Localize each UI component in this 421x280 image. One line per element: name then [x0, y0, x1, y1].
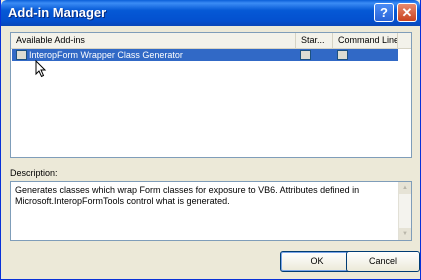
description-label: Description: — [10, 168, 58, 178]
ok-button[interactable]: OK — [280, 251, 354, 272]
add-in-name: InteropForm Wrapper Class Generator — [29, 50, 183, 60]
list-header: Available Add-ins Star... Command Line — [11, 33, 411, 49]
scroll-up-icon[interactable]: ▲ — [399, 182, 411, 194]
close-button[interactable]: ✕ — [397, 3, 417, 22]
startup-checkbox[interactable] — [300, 50, 311, 60]
list-item[interactable]: InteropForm Wrapper Class Generator — [12, 49, 398, 61]
description-text: Generates classes which wrap Form classe… — [15, 185, 360, 206]
list-corner — [398, 49, 410, 61]
mouse-cursor-icon — [35, 60, 47, 78]
add-ins-list[interactable]: Available Add-ins Star... Command Line I… — [10, 32, 412, 158]
column-header-available-add-ins[interactable]: Available Add-ins — [11, 33, 296, 48]
cancel-button[interactable]: Cancel — [346, 251, 420, 272]
column-header-command-line[interactable]: Command Line — [333, 33, 398, 48]
window-title: Add-in Manager — [8, 5, 107, 20]
add-in-manager-dialog: Add-in Manager ? ✕ Available Add-ins Sta… — [0, 0, 421, 280]
loaded-checkbox[interactable] — [16, 50, 27, 60]
description-scrollbar[interactable]: ▲ ▼ — [398, 182, 411, 240]
help-icon: ? — [380, 5, 388, 20]
scroll-down-icon[interactable]: ▼ — [399, 228, 411, 240]
title-bar[interactable]: Add-in Manager ? ✕ — [1, 0, 420, 26]
help-button[interactable]: ? — [374, 3, 394, 22]
command-line-checkbox[interactable] — [337, 50, 348, 60]
close-icon: ✕ — [401, 5, 413, 20]
description-box: Generates classes which wrap Form classe… — [10, 181, 412, 241]
column-header-startup[interactable]: Star... — [296, 33, 333, 48]
